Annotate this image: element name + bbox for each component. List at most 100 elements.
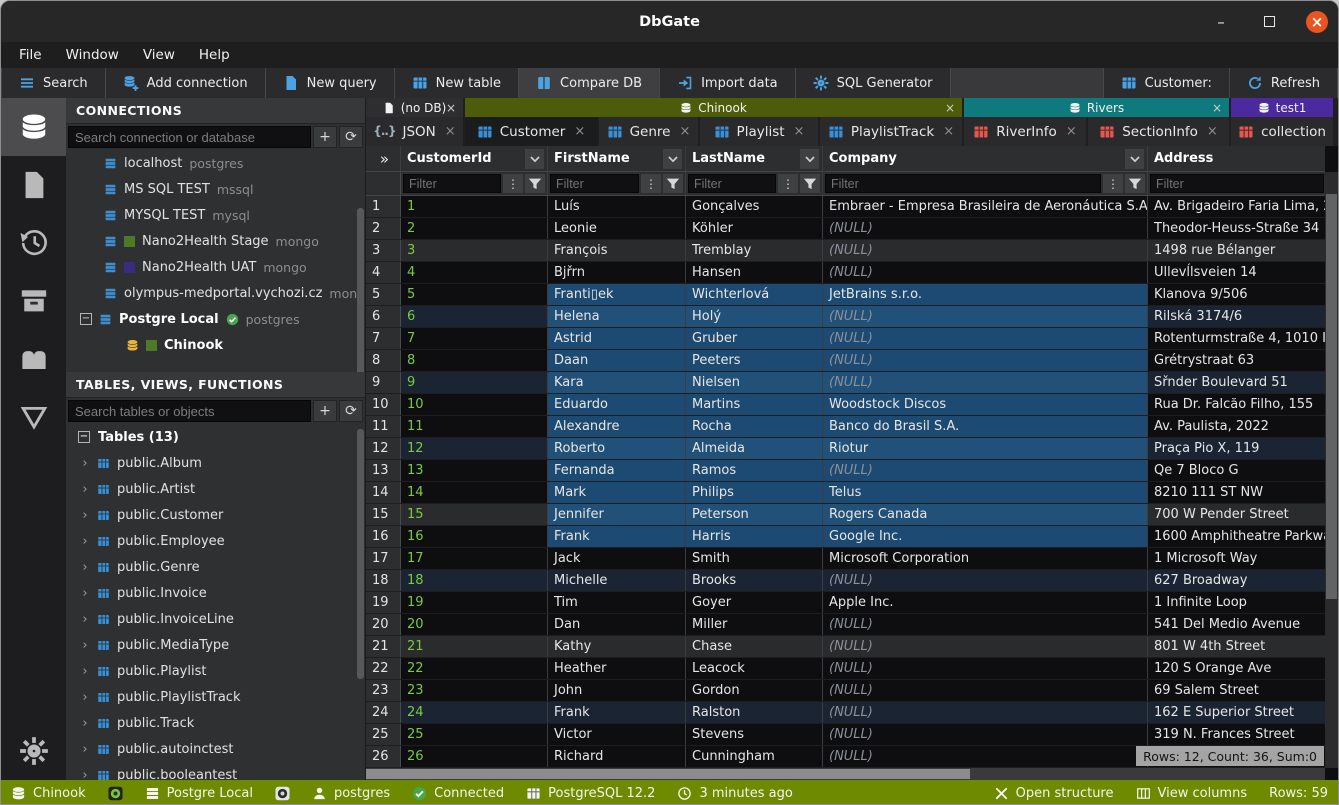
tables-search-input[interactable] (68, 400, 311, 422)
cell-firstname[interactable]: Frank (548, 702, 686, 723)
row-number-cell[interactable]: 6 (366, 306, 401, 327)
grid-horizontal-scrollbar-thumb[interactable] (366, 769, 970, 779)
connections-refresh-button[interactable]: ⟳ (339, 126, 363, 148)
cell-address[interactable]: 541 Del Medio Avenue (1148, 614, 1325, 635)
cell-address[interactable]: Klanova 9/506 (1148, 284, 1325, 305)
close-icon[interactable]: × (446, 101, 456, 115)
column-header-customerid[interactable]: CustomerId (401, 146, 548, 171)
cell-customerid[interactable]: 18 (401, 570, 548, 591)
filter-funnel-button[interactable] (525, 174, 545, 193)
cell-customerid[interactable]: 6 (401, 306, 548, 327)
chevron-right-icon[interactable]: › (80, 534, 90, 549)
table-row[interactable]: 1111AlexandreRochaBanco do Brasil S.A.Av… (366, 416, 1325, 438)
cell-firstname[interactable]: Dan (548, 614, 686, 635)
close-icon[interactable]: × (679, 124, 690, 139)
toolbar-button-compare-db[interactable]: Compare DB (519, 68, 660, 98)
close-icon[interactable]: × (445, 124, 456, 139)
toolbar-button-new-table[interactable]: New table (395, 68, 519, 98)
row-number-cell[interactable]: 16 (366, 526, 401, 547)
tab-playlist[interactable]: Playlist× (700, 117, 818, 146)
cell-lastname[interactable]: Holý (686, 306, 823, 327)
cell-firstname[interactable]: Daan (548, 350, 686, 371)
toolbar-button-search[interactable]: Search (1, 68, 106, 98)
toolbar-button-sql-generator[interactable]: SQL Generator (796, 68, 951, 98)
cell-company[interactable]: (NULL) (823, 658, 1148, 679)
maximize-button[interactable] (1258, 11, 1280, 33)
cell-address[interactable]: Sřnder Boulevard 51 (1148, 372, 1325, 393)
statusbar-item-rows-59[interactable]: Rows: 59 (1269, 786, 1328, 801)
cell-company[interactable]: (NULL) (823, 636, 1148, 657)
table-item[interactable]: ›public.InvoiceLine (66, 606, 365, 632)
column-dropdown-button[interactable] (525, 149, 544, 169)
cell-customerid[interactable]: 23 (401, 680, 548, 701)
column-dropdown-button[interactable] (663, 149, 682, 169)
table-row[interactable]: 1212RobertoAlmeidaRioturPraça Pio X, 119 (366, 438, 1325, 460)
toolbar-button-import-data[interactable]: Import data (660, 68, 796, 98)
chevron-right-icon[interactable]: › (80, 664, 90, 679)
menu-item-view[interactable]: View (133, 45, 185, 65)
cell-address[interactable]: Grétrystraat 63 (1148, 350, 1325, 371)
table-row[interactable]: 2020DanMiller(NULL)541 Del Medio Avenue (366, 614, 1325, 636)
row-number-cell[interactable]: 26 (366, 746, 401, 767)
connections-scrollbar[interactable] (357, 208, 364, 372)
table-row[interactable]: 55Franti▯ekWichterlováJetBrains s.r.o.Kl… (366, 284, 1325, 306)
table-row[interactable]: 77AstridGruber(NULL)Rotenturmstraße 4, 1… (366, 328, 1325, 350)
cell-lastname[interactable]: Ralston (686, 702, 823, 723)
cell-firstname[interactable]: Heather (548, 658, 686, 679)
cell-customerid[interactable]: 9 (401, 372, 548, 393)
table-row[interactable]: 1313FernandaRamos(NULL)Qe 7 Bloco G (366, 460, 1325, 482)
toolbar-button-new-query[interactable]: New query (266, 68, 395, 98)
tab-json[interactable]: {..}JSON× (366, 117, 463, 146)
connection-item[interactable]: MYSQL TESTmysql (66, 202, 365, 228)
cell-customerid[interactable]: 3 (401, 240, 548, 261)
iconbar-item-settings[interactable] (1, 722, 66, 780)
cell-company[interactable]: Riotur (823, 438, 1148, 459)
table-row[interactable]: 1919TimGoyerApple Inc.1 Infinite Loop (366, 592, 1325, 614)
table-row[interactable]: 22LeonieKöhler(NULL)Theodor-Heuss-Straße… (366, 218, 1325, 240)
table-row[interactable]: 2525VictorStevens(NULL)319 N. Frances St… (366, 724, 1325, 746)
cell-address[interactable]: 8210 111 ST NW (1148, 482, 1325, 503)
table-row[interactable]: 1515JenniferPetersonRogers Canada700 W P… (366, 504, 1325, 526)
toolbar-button-add-connection[interactable]: Add connection (106, 68, 266, 98)
menu-item-file[interactable]: File (9, 45, 52, 65)
table-row[interactable]: 1414MarkPhilipsTelus8210 111 ST NW (366, 482, 1325, 504)
grid-horizontal-scrollbar[interactable] (366, 768, 1325, 780)
cell-customerid[interactable]: 22 (401, 658, 548, 679)
tab-group-test1[interactable]: test1 (1231, 98, 1333, 117)
connections-search-input[interactable] (68, 126, 311, 148)
cell-company[interactable]: (NULL) (823, 372, 1148, 393)
cell-lastname[interactable]: Chase (686, 636, 823, 657)
cell-lastname[interactable]: Brooks (686, 570, 823, 591)
cell-customerid[interactable]: 10 (401, 394, 548, 415)
filter-input[interactable] (403, 174, 501, 193)
close-icon[interactable]: × (943, 124, 954, 139)
chevron-right-icon[interactable]: › (80, 560, 90, 575)
cell-lastname[interactable]: Hansen (686, 262, 823, 283)
cell-company[interactable]: JetBrains s.r.o. (823, 284, 1148, 305)
table-row[interactable]: 1717JackSmithMicrosoft Corporation1 Micr… (366, 548, 1325, 570)
cell-company[interactable]: (NULL) (823, 306, 1148, 327)
collapse-expander[interactable]: − (80, 313, 92, 325)
chevron-right-icon[interactable]: › (80, 456, 90, 471)
close-icon[interactable]: × (794, 124, 805, 139)
cell-address[interactable]: Av. Brigadeiro Faria Lima, 2 (1148, 196, 1325, 217)
chevron-right-icon[interactable]: › (80, 742, 90, 757)
row-number-cell[interactable]: 3 (366, 240, 401, 261)
cell-lastname[interactable]: Peeters (686, 350, 823, 371)
tables-scrollbar[interactable] (357, 429, 364, 679)
tables-group-row[interactable]: −Tables (13) (66, 424, 365, 450)
cell-address[interactable]: 1600 Amphitheatre Parkwa (1148, 526, 1325, 547)
cell-lastname[interactable]: Leacock (686, 658, 823, 679)
row-number-cell[interactable]: 7 (366, 328, 401, 349)
cell-customerid[interactable]: 24 (401, 702, 548, 723)
cell-firstname[interactable]: Richard (548, 746, 686, 767)
row-number-cell[interactable]: 1 (366, 196, 401, 217)
cell-firstname[interactable]: Helena (548, 306, 686, 327)
cell-company[interactable]: (NULL) (823, 680, 1148, 701)
cell-firstname[interactable]: Tim (548, 592, 686, 613)
chevron-right-icon[interactable]: › (80, 768, 90, 781)
cell-company[interactable]: Google Inc. (823, 526, 1148, 547)
cell-lastname[interactable]: Köhler (686, 218, 823, 239)
cell-lastname[interactable]: Cunningham (686, 746, 823, 767)
cell-customerid[interactable]: 4 (401, 262, 548, 283)
